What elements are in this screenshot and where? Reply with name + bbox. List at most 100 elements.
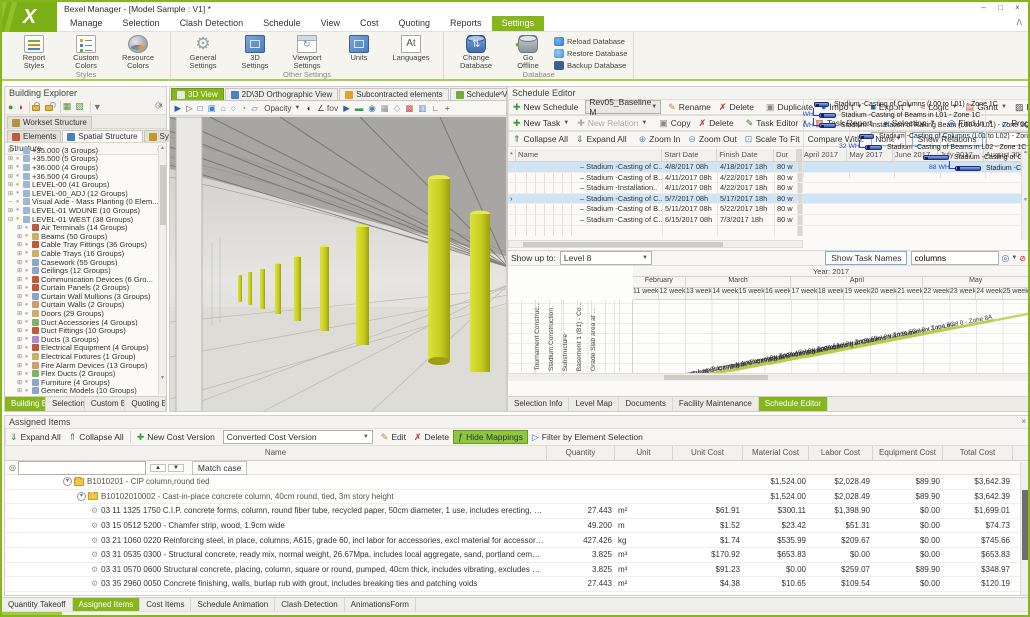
ribbon-3d-settings-button[interactable]: 3DSettings [229, 34, 281, 72]
tab-schedule-editor[interactable]: Schedule Editor [759, 397, 828, 411]
visibility-dot-off[interactable]: ● [23, 311, 30, 317]
cost-version-select[interactable]: Converted Cost Version▼ [223, 430, 373, 444]
collapse-all-button[interactable]: ⇑Collapse All [65, 431, 128, 443]
visibility-dot-off[interactable]: ● [14, 164, 21, 170]
search-input[interactable] [18, 461, 146, 475]
visibility-dot-off[interactable]: ● [23, 328, 30, 334]
expand-icon[interactable]: ⊞ [16, 233, 23, 240]
isolate-icon[interactable]: ▦ [63, 101, 72, 112]
expand-icon[interactable]: ⊞ [7, 155, 14, 162]
visibility-dot-on[interactable]: ● [14, 216, 21, 222]
fov-control[interactable]: ∠ fov [317, 103, 338, 113]
schedule-task-row[interactable]: – Stadium -Casting of B..5/11/2017 08h5/… [508, 204, 1029, 215]
tree-item-beams[interactable]: ⊞●Beams (50 Groups) [5, 232, 158, 241]
tab-level-map[interactable]: Level Map [569, 397, 619, 411]
measure-icon[interactable]: ∟ [431, 103, 439, 113]
menu-tab-view[interactable]: View [311, 16, 350, 31]
schedule-version-select[interactable]: Rev05_Baseline M▼ [585, 100, 661, 114]
expand-icon[interactable]: ⊞ [16, 387, 23, 394]
new-cost-version-button[interactable]: ✚New Cost Version [133, 431, 219, 443]
gantt-bar[interactable] [814, 102, 829, 107]
col-name[interactable]: Name [516, 149, 662, 161]
cost-item-row[interactable]: ⚙03 31 0570 0600 Structural concrete, pl… [5, 563, 1029, 578]
col-finish-date[interactable]: Finish Date [717, 149, 774, 161]
ribbon-resource-colors-button[interactable]: ResourceColors [112, 34, 164, 72]
tab-spatial-structure[interactable]: Spatial Structure [62, 130, 142, 142]
tab-documents[interactable]: Documents [619, 397, 672, 411]
expand-icon[interactable]: ⊞ [16, 344, 23, 351]
move-icon[interactable]: + [445, 103, 450, 113]
expand-icon[interactable]: ⊞ [7, 147, 14, 154]
task-editor-button[interactable]: ✎Task Editor▼ [742, 117, 812, 129]
col-duration[interactable]: Dur [774, 149, 797, 161]
visibility-dot-off[interactable]: ● [14, 207, 21, 213]
zoom-out-button[interactable]: ⊖Zoom Out [684, 133, 740, 145]
tab-quantity-takeoff[interactable]: Quantity Takeoff [2, 598, 73, 611]
visibility-dot-off[interactable]: ● [23, 259, 30, 265]
col-name[interactable]: Name [5, 446, 547, 460]
gantt-bar[interactable] [859, 134, 874, 139]
visibility-dot-on[interactable]: ● [14, 182, 21, 188]
menu-tab-schedule[interactable]: Schedule [253, 16, 311, 31]
schedule-hscrollbar[interactable] [508, 240, 803, 248]
visibility-dot-on[interactable]: ● [23, 233, 30, 239]
collapse-all-button[interactable]: ⇑Collapse All [509, 133, 572, 145]
delete-button[interactable]: ✗Delete [695, 117, 738, 129]
ribbon-report-styles-button[interactable]: ReportStyles [8, 34, 60, 72]
tree-item-duct-fittings[interactable]: ⊞●Duct Fittings (10 Groups) [5, 326, 158, 335]
visibility-dot-off[interactable]: ● [23, 242, 30, 248]
close-icon[interactable]: × [158, 101, 163, 110]
sphere-icon[interactable]: ◔ [241, 103, 246, 113]
new-schedule-button[interactable]: ✚New Schedule [509, 101, 582, 113]
new-task-button[interactable]: ✚New Task▼ [509, 117, 573, 129]
tab-2d-3d-orthographic-view[interactable]: 2D\3D Orthographic View [225, 88, 339, 100]
tab-custom-b[interactable]: Custom B... [85, 397, 125, 411]
visibility-dot-off[interactable]: ● [23, 319, 30, 325]
tab-selection[interactable]: Selection... [46, 397, 85, 411]
row-expander-icon[interactable]: ▾ [63, 477, 72, 486]
3d-canvas[interactable] [170, 117, 506, 411]
delete-button[interactable]: ✗Delete [715, 101, 758, 113]
schedule-vscrollbar[interactable]: ▲▼ [1021, 149, 1029, 240]
delete-button[interactable]: ✗Delete [410, 431, 453, 443]
expand-icon[interactable]: ⊞ [16, 353, 23, 360]
tree-item-electrical-equipment[interactable]: ⊞●Electrical Equipment (4 Groups) [5, 344, 158, 353]
tree-item-visual-aide-mass-planting[interactable]: –●Visual Aide - Mass Planting (0 Elem... [5, 198, 158, 207]
tree-item-duct-accessories[interactable]: ⊞●Duct Accessories (4 Groups) [5, 318, 158, 327]
tab-animationsform[interactable]: AnimationsForm [345, 598, 416, 611]
marquee-select-icon[interactable]: □ [198, 103, 203, 113]
tab-quoting-e[interactable]: Quoting E... [125, 397, 166, 411]
ribbon-custom-colors-button[interactable]: CustomColors [60, 34, 112, 72]
expand-icon[interactable]: ⊞ [16, 224, 23, 231]
hide-mappings-button[interactable]: ƒHide Mappings [453, 430, 528, 444]
ribbon-general-settings-button[interactable]: ⚙GeneralSettings [177, 34, 229, 72]
ribbon-viewport-settings-button[interactable]: ViewportSettings [281, 34, 333, 72]
eye-icon[interactable]: ◉ [368, 103, 375, 113]
tree-item-35-000[interactable]: ⊞●+35.000 (3 Groups) [5, 146, 158, 155]
diamond-icon[interactable]: ◇ [394, 103, 401, 113]
tab-workset-structure[interactable]: Workset Structure [7, 116, 92, 128]
col-material-cost[interactable]: Material Cost [743, 446, 809, 460]
menu-tab-cost[interactable]: Cost [350, 16, 389, 31]
tree-item-level-00-adj[interactable]: ⊞●LEVEL-00_ADJ (12 Groups) [5, 189, 158, 198]
visibility-dot-off[interactable]: ● [14, 199, 21, 205]
expand-icon[interactable]: ⊞ [16, 336, 23, 343]
cost-item-row[interactable]: ⚙03 31 0535 0300 - Structural concrete, … [5, 548, 1029, 563]
scale-to-fit-button[interactable]: ⊡Scale To Fit [741, 133, 804, 145]
menu-tab-manage[interactable]: Manage [60, 16, 113, 31]
visibility-dot-off[interactable]: ● [23, 268, 30, 274]
zoom-in-button[interactable]: ⊕Zoom In [635, 133, 685, 145]
tree-item-curtain-panels[interactable]: ⊞●Curtain Panels (2 Groups) [5, 284, 158, 293]
menu-tab-clash-detection[interactable]: Clash Detection [170, 16, 254, 31]
box-select-icon[interactable]: ▣ [208, 103, 216, 113]
ribbon-reload-database-button[interactable]: Reload Database [554, 35, 627, 47]
lob-plot-area[interactable]: Tournament Construc...Stadium Constructi… [508, 300, 1029, 373]
ribbon-languages-button[interactable]: AtLanguages [385, 34, 437, 72]
filter-icon[interactable]: ▼ [93, 102, 102, 112]
expand-icon[interactable]: ⊞ [16, 327, 23, 334]
opacity-dropdown[interactable]: Opacity▼ [260, 103, 304, 114]
find-icon[interactable]: ◎ [1001, 253, 1009, 264]
tree-item-doors[interactable]: ⊞●Doors (29 Groups) [5, 309, 158, 318]
expand-icon[interactable]: ⊞ [16, 284, 23, 291]
tree-item-generic-models[interactable]: ⊞●Generic Models (10 Groups) [5, 387, 158, 395]
